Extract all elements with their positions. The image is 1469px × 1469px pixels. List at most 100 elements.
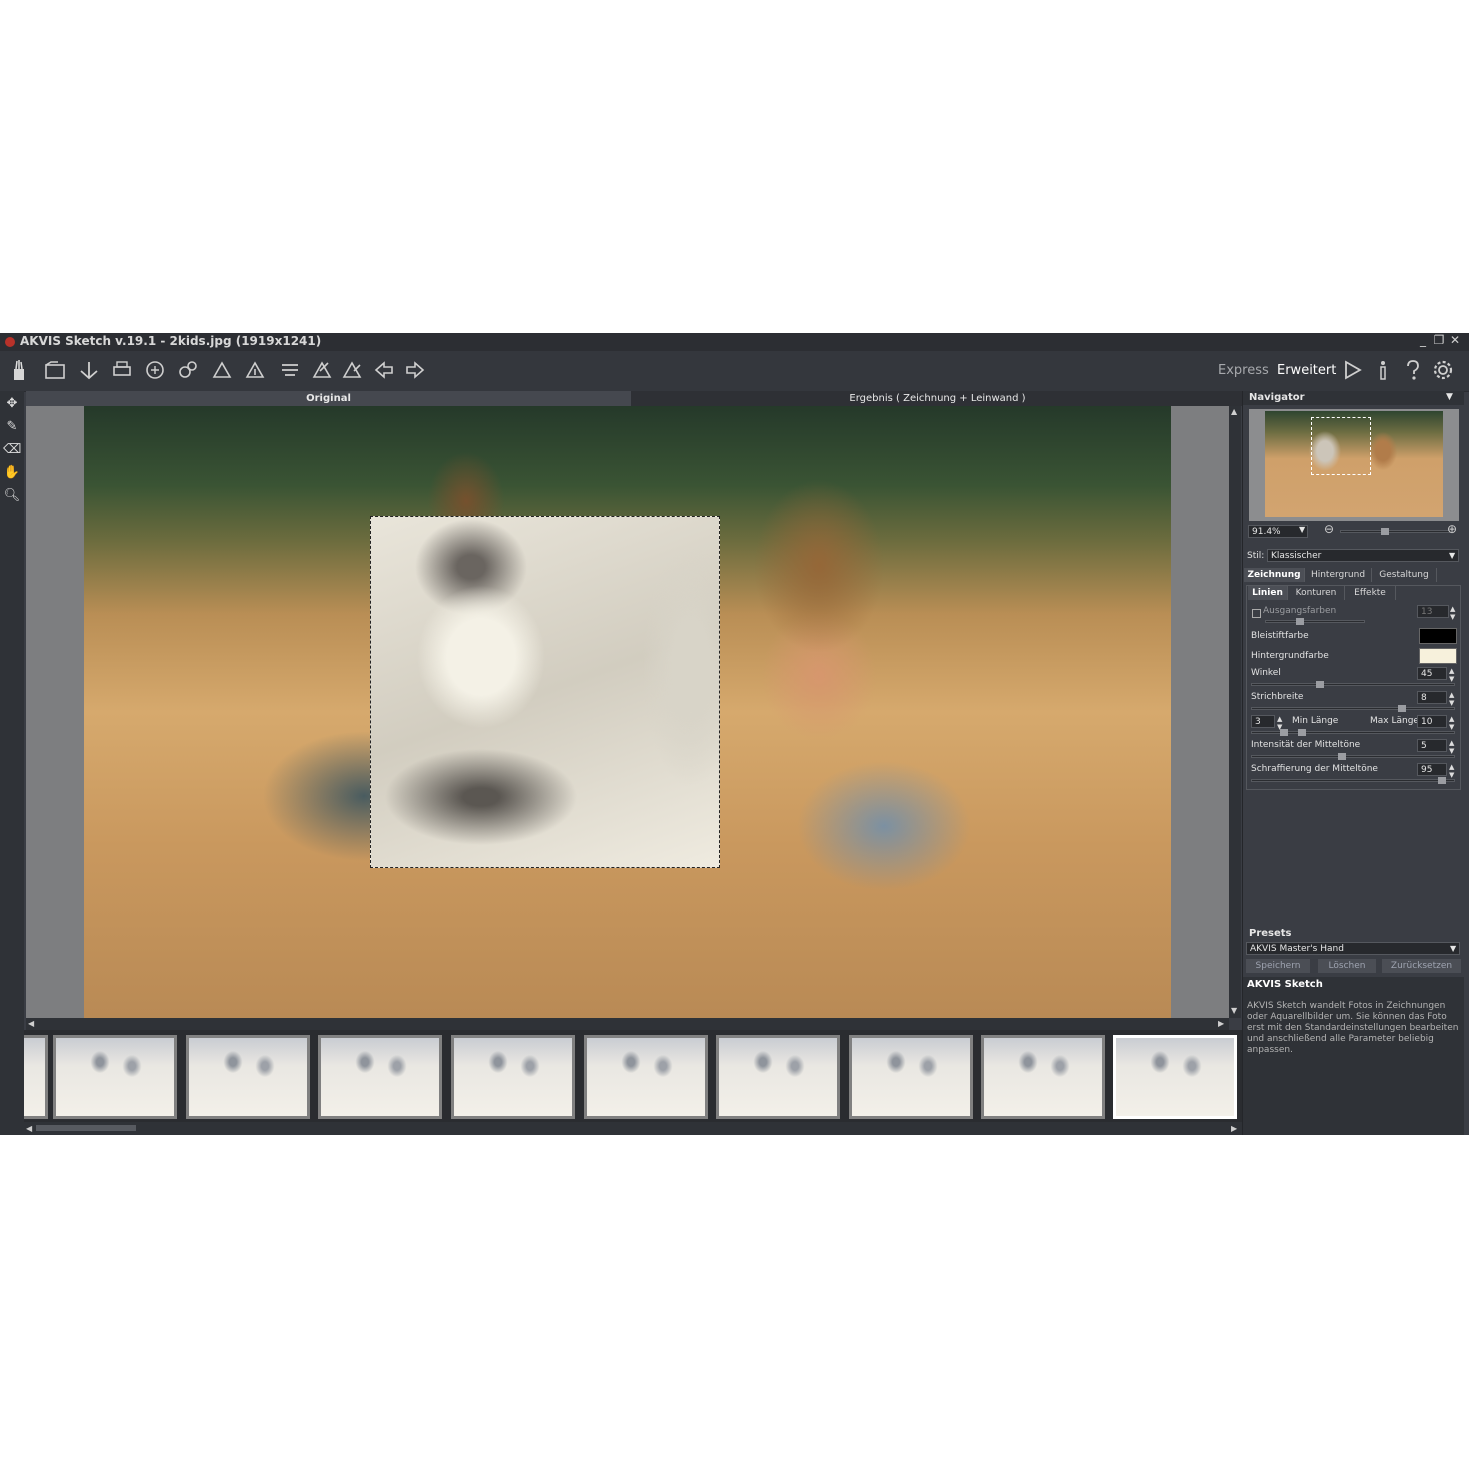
info-title: AKVIS Sketch bbox=[1247, 979, 1323, 990]
style-dropdown-icon[interactable]: ▼ bbox=[1449, 551, 1455, 560]
midtone-intensity-field[interactable]: 5 bbox=[1417, 739, 1447, 752]
filmstrip-scrollbar[interactable]: ◀ ▶ bbox=[24, 1122, 1242, 1135]
source-colors-slider[interactable] bbox=[1265, 618, 1365, 625]
zoom-in-icon[interactable]: ⊕ bbox=[1447, 522, 1457, 536]
save-icon[interactable] bbox=[77, 359, 101, 383]
left-toolbox: ✥ ✎ ⌫ ✋ 🔍︎ bbox=[0, 391, 24, 1135]
zoom-slider[interactable] bbox=[1340, 528, 1450, 535]
length-range-slider[interactable] bbox=[1251, 729, 1455, 736]
preview-window[interactable] bbox=[370, 516, 720, 868]
angle-slider[interactable] bbox=[1251, 681, 1455, 688]
print-icon[interactable] bbox=[110, 359, 134, 383]
gear-icon[interactable] bbox=[1431, 359, 1455, 383]
zoom-dropdown-icon[interactable]: ▼ bbox=[1299, 525, 1305, 534]
app-window: AKVIS Sketch v.19.1 - 2kids.jpg (1919x12… bbox=[0, 333, 1469, 1135]
pencil-icon[interactable]: ✎ bbox=[3, 418, 21, 436]
import-icon[interactable] bbox=[210, 359, 234, 383]
angle-label: Winkel bbox=[1251, 668, 1281, 678]
max-length-spinner[interactable]: ▲ ▼ bbox=[1449, 715, 1454, 731]
vertical-scrollbar[interactable]: ▲ ▼ bbox=[1229, 406, 1241, 1018]
delete-preset-button[interactable]: Löschen bbox=[1318, 959, 1376, 973]
advanced-mode-button[interactable]: Erweitert bbox=[1277, 363, 1336, 378]
info-text: AKVIS Sketch wandelt Fotos in Zeichnunge… bbox=[1247, 1001, 1459, 1055]
tab-decoration[interactable]: Gestaltung bbox=[1372, 568, 1437, 582]
reset-preset-button[interactable]: Zurücksetzen bbox=[1382, 959, 1461, 973]
preset-thumbnail[interactable] bbox=[318, 1035, 442, 1119]
after-icon[interactable] bbox=[340, 359, 364, 383]
midtone-hatching-spinner[interactable]: ▲ ▼ bbox=[1449, 763, 1454, 779]
stroke-direction-icon[interactable]: ✥ bbox=[3, 395, 21, 413]
undo-icon[interactable] bbox=[372, 359, 396, 383]
eraser-icon[interactable]: ⌫ bbox=[3, 441, 21, 459]
max-length-field[interactable]: 10 bbox=[1417, 715, 1447, 728]
preset-thumbnail[interactable] bbox=[451, 1035, 575, 1119]
pencil-color-swatch[interactable] bbox=[1419, 628, 1457, 644]
source-colors-spinner[interactable]: ▲ ▼ bbox=[1450, 605, 1455, 621]
preset-thumbnail-selected[interactable] bbox=[1113, 1035, 1237, 1119]
source-colors-field[interactable]: 13 bbox=[1417, 605, 1449, 618]
stroke-width-spinner[interactable]: ▲ ▼ bbox=[1449, 691, 1454, 707]
preset-thumbnail[interactable] bbox=[53, 1035, 177, 1119]
preset-select[interactable]: AKVIS Master's Hand bbox=[1246, 942, 1460, 955]
preset-thumbnail[interactable] bbox=[584, 1035, 708, 1119]
title-bar: AKVIS Sketch v.19.1 - 2kids.jpg (1919x12… bbox=[0, 333, 1469, 351]
preset-thumbnail[interactable] bbox=[716, 1035, 840, 1119]
info-icon[interactable] bbox=[1371, 359, 1395, 383]
navigator-image bbox=[1265, 411, 1443, 517]
angle-spinner[interactable]: ▲ ▼ bbox=[1449, 667, 1454, 683]
close-button[interactable]: ✕ bbox=[1448, 333, 1462, 347]
navigator-thumbnail[interactable] bbox=[1249, 409, 1459, 521]
redo-icon[interactable] bbox=[403, 359, 427, 383]
subtab-effects[interactable]: Effekte bbox=[1345, 586, 1396, 600]
tab-result[interactable]: Ergebnis ( Zeichnung + Leinwand ) bbox=[633, 391, 1242, 406]
preset-thumbnail[interactable] bbox=[186, 1035, 310, 1119]
style-label: Stil: bbox=[1247, 551, 1265, 561]
midtone-hatching-slider[interactable] bbox=[1251, 777, 1455, 784]
save-preset-button[interactable]: Speichern bbox=[1246, 959, 1310, 973]
play-icon[interactable] bbox=[1340, 359, 1364, 383]
tab-background[interactable]: Hintergrund bbox=[1305, 568, 1372, 582]
open-icon[interactable] bbox=[43, 359, 67, 383]
midtone-hatching-field[interactable]: 95 bbox=[1417, 763, 1447, 776]
help-icon[interactable] bbox=[1401, 359, 1425, 383]
preset-dropdown-icon[interactable]: ▼ bbox=[1450, 944, 1456, 953]
filmstrip-scroll-thumb[interactable] bbox=[36, 1125, 136, 1131]
export-icon[interactable] bbox=[243, 359, 267, 383]
app-icon bbox=[5, 337, 15, 347]
style-select[interactable]: Klassischer bbox=[1267, 549, 1459, 562]
settings-panel: Navigator ▼ 91.4% ▼ ⊖ ⊕ Stil: Klassische… bbox=[1242, 391, 1464, 1135]
min-length-field[interactable]: 3 bbox=[1251, 715, 1275, 728]
image-canvas[interactable] bbox=[26, 406, 1229, 1018]
subtab-lines[interactable]: Linien bbox=[1248, 586, 1288, 600]
before-icon[interactable] bbox=[310, 359, 334, 383]
share-icon[interactable] bbox=[143, 359, 167, 383]
bg-color-label: Hintergrundfarbe bbox=[1251, 651, 1329, 661]
preset-thumbnail[interactable] bbox=[24, 1035, 48, 1119]
zoom-out-icon[interactable]: ⊖ bbox=[1324, 522, 1334, 536]
stroke-width-slider[interactable] bbox=[1251, 705, 1455, 712]
batch-icon[interactable] bbox=[176, 359, 200, 383]
source-colors-checkbox[interactable] bbox=[1252, 609, 1261, 618]
angle-field[interactable]: 45 bbox=[1417, 667, 1447, 680]
express-mode-button[interactable]: Express bbox=[1218, 363, 1269, 378]
preset-thumbnail[interactable] bbox=[849, 1035, 973, 1119]
stroke-width-field[interactable]: 8 bbox=[1417, 691, 1447, 704]
navigator-viewport[interactable] bbox=[1311, 417, 1371, 475]
presets-header: Presets bbox=[1249, 928, 1292, 939]
bg-color-swatch[interactable] bbox=[1419, 648, 1457, 664]
tab-drawing[interactable]: Zeichnung bbox=[1244, 568, 1305, 582]
midtone-intensity-slider[interactable] bbox=[1251, 753, 1455, 760]
midtone-hatching-label: Schraffierung der Mitteltöne bbox=[1251, 764, 1378, 774]
hand-icon[interactable]: ✋ bbox=[3, 464, 21, 482]
collapse-icon[interactable]: ▼ bbox=[1446, 392, 1453, 402]
maximize-button[interactable]: ❐ bbox=[1432, 333, 1446, 347]
hatch-icon[interactable] bbox=[278, 359, 302, 383]
preset-thumbnail[interactable] bbox=[981, 1035, 1105, 1119]
horizontal-scrollbar[interactable]: ◀ ▶ bbox=[26, 1018, 1229, 1030]
subtab-contours[interactable]: Konturen bbox=[1288, 586, 1345, 600]
zoom-icon[interactable]: 🔍︎ bbox=[3, 487, 21, 505]
midtone-intensity-spinner[interactable]: ▲ ▼ bbox=[1449, 739, 1454, 755]
tab-original[interactable]: Original bbox=[26, 391, 631, 406]
minimize-button[interactable]: _ bbox=[1416, 333, 1430, 347]
max-length-label: Max Länge bbox=[1370, 716, 1419, 726]
